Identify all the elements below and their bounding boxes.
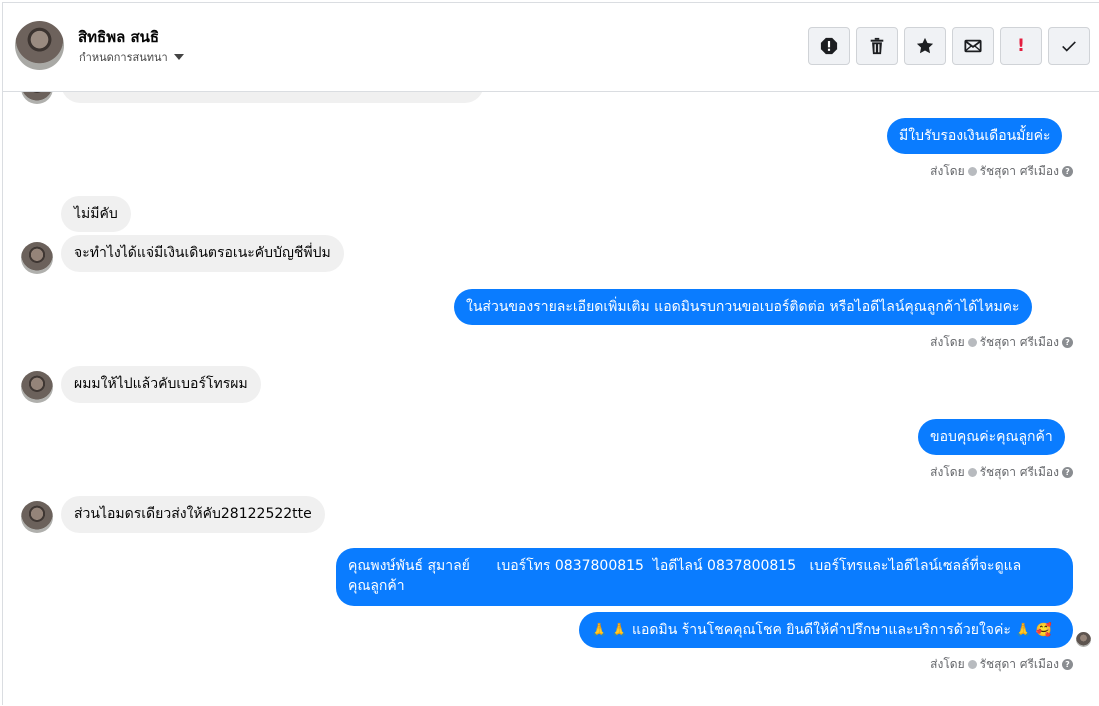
sent-by-label: ส่งโดย รัชสุดา ศรีเมือง ? xyxy=(930,162,1073,181)
conversation-panel: มีใบรับรองเงินเดือนมั้ยค่ะ ส่งโดย รัชสุด… xyxy=(2,2,1099,705)
outgoing-message: ในส่วนของรายละเอียดเพิ่มเติม แอดมินรบกวน… xyxy=(454,289,1032,325)
sent-by-label: ส่งโดย รัชสุดา ศรีเมือง ? xyxy=(930,655,1073,674)
help-icon[interactable]: ? xyxy=(1062,467,1073,478)
contact-avatar xyxy=(21,242,53,274)
status-dot-icon xyxy=(967,468,977,477)
mail-icon xyxy=(964,39,982,53)
mark-done-button[interactable] xyxy=(1048,27,1090,65)
incoming-message: ไม่มีคับ xyxy=(61,196,131,232)
important-button[interactable]: ! xyxy=(1000,27,1042,65)
sent-by-label: ส่งโดย รัชสุดา ศรีเมือง ? xyxy=(930,333,1073,352)
delete-button[interactable] xyxy=(856,27,898,65)
outgoing-message: มีใบรับรองเงินเดือนมั้ยค่ะ xyxy=(887,118,1063,154)
help-icon[interactable]: ? xyxy=(1062,166,1073,177)
contact-avatar xyxy=(21,501,53,533)
conversation-header: สิทธิพล สนธิ กำหนดการสนทนา ! xyxy=(3,3,1099,92)
outgoing-message: ขอบคุณค่ะคุณลูกค้า xyxy=(918,419,1065,455)
incoming-message: ผมมให้ไปแล้วคับเบอร์โทรผม xyxy=(61,366,261,403)
check-icon xyxy=(1062,41,1076,52)
contact-avatar[interactable] xyxy=(15,21,64,70)
mark-unread-button[interactable] xyxy=(952,27,994,65)
incoming-message: จะทำไงได้แจ่มีเงินเดินตรอเนะคับบัญชีพี่ป… xyxy=(61,235,344,272)
status-dot-icon xyxy=(967,660,977,669)
help-icon[interactable]: ? xyxy=(1062,337,1073,348)
important-icon: ! xyxy=(1017,36,1025,56)
status-dot-icon xyxy=(967,338,977,347)
star-button[interactable] xyxy=(904,27,946,65)
contact-name[interactable]: สิทธิพล สนธิ xyxy=(78,25,159,49)
smile-emoji-icon: 🙏 🥰 xyxy=(1015,623,1052,638)
sent-by-label: ส่งโดย รัชสุดา ศรีเมือง ? xyxy=(930,463,1073,482)
trash-icon xyxy=(870,37,884,55)
conversation-settings-dropdown[interactable]: กำหนดการสนทนา xyxy=(79,48,184,66)
outgoing-message-multiline: คุณพงษ์พันธ์ สุมาลย์ เบอร์โทร 0837800815… xyxy=(336,548,1073,606)
caret-down-icon xyxy=(173,54,184,60)
outgoing-message: 🙏 🙏 แอดมิน ร้านโชคคุณโชค ยินดีให้คำปรึกษ… xyxy=(579,612,1073,648)
contact-avatar xyxy=(21,371,53,403)
header-actions: ! xyxy=(808,27,1090,65)
spam-button[interactable] xyxy=(808,27,850,65)
incoming-message: ส่วนไอมดรเดียวส่งให้คับ28122522tte xyxy=(61,496,325,533)
star-icon xyxy=(916,37,934,54)
seen-avatar xyxy=(1076,632,1091,647)
pray-emoji-icon: 🙏 🙏 xyxy=(591,623,628,638)
help-icon[interactable]: ? xyxy=(1062,659,1073,670)
spam-icon xyxy=(820,37,838,55)
status-dot-icon xyxy=(967,167,977,176)
message-thread[interactable]: มีใบรับรองเงินเดือนมั้ยค่ะ ส่งโดย รัชสุด… xyxy=(3,3,1099,706)
